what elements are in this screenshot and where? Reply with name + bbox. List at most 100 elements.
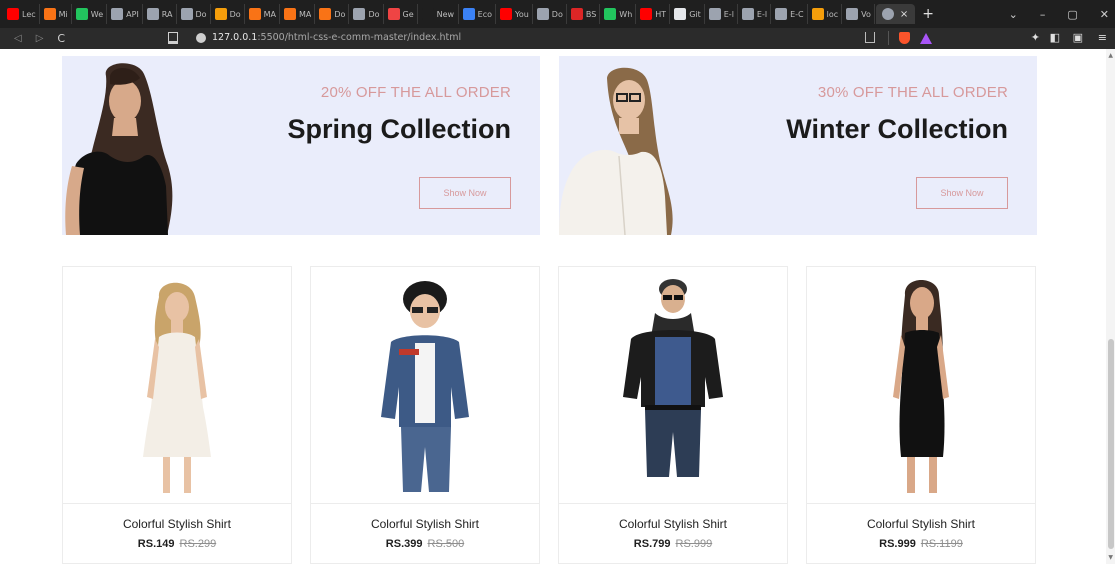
scroll-down-arrow-icon[interactable]: ▼	[1108, 554, 1113, 561]
tab-favicon-icon	[846, 8, 859, 20]
address-field[interactable]: 127.0.0.1:5500/html-css-e-comm-master/in…	[212, 32, 461, 43]
spring-show-now-button[interactable]: Show Now	[419, 177, 511, 209]
browser-tab[interactable]: Do	[350, 4, 384, 24]
product-name[interactable]: Colorful Stylish Shirt	[63, 517, 291, 531]
address-toolbar: ◁ ▷ C 127.0.0.1:5500/html-css-e-comm-mas…	[0, 28, 1115, 49]
browser-tab[interactable]: loc	[809, 4, 843, 24]
browser-tab[interactable]: Do	[534, 4, 567, 24]
minimize-button[interactable]: –	[1040, 8, 1046, 21]
browser-tab[interactable]: Ge	[385, 4, 418, 24]
tab-title: Do	[368, 9, 380, 19]
wallet-icon[interactable]: ▣	[1073, 31, 1083, 44]
browser-tab[interactable]: E-l	[706, 4, 738, 24]
browser-tab[interactable]: BS	[568, 4, 601, 24]
bookmark-icon[interactable]	[168, 32, 178, 44]
browser-tab[interactable]: Eco	[460, 4, 496, 24]
product-card[interactable]: Colorful Stylish Shirt RS.399 RS.500	[310, 266, 540, 564]
tab-favicon-icon	[146, 8, 159, 20]
back-button[interactable]: ◁	[14, 33, 22, 44]
tab-favicon-icon	[7, 8, 19, 20]
product-price: RS.999	[879, 538, 916, 550]
browser-tab[interactable]: Vo	[843, 4, 875, 24]
extensions-icon[interactable]: ✦	[1031, 31, 1040, 44]
product-name[interactable]: Colorful Stylish Shirt	[807, 517, 1035, 531]
browser-tab[interactable]: MA	[246, 4, 281, 24]
tab-favicon-icon	[111, 8, 124, 20]
maximize-button[interactable]: ▢	[1067, 8, 1077, 21]
browser-tab[interactable]: API	[108, 4, 143, 24]
scrollbar-thumb[interactable]	[1108, 339, 1114, 549]
browser-tab-strip: Lec Mi We API RA Do Do MA MA Do Do Ge New Ta Eco You Do…	[0, 0, 1115, 28]
brave-rewards-icon[interactable]	[920, 33, 932, 44]
window-controls: ⌄ – ▢ ✕	[1009, 0, 1109, 28]
product-old-price: RS.1199	[920, 538, 963, 550]
product-prices: RS.399 RS.500	[311, 538, 539, 550]
reload-button[interactable]: C	[57, 32, 65, 45]
browser-tab[interactable]: Lec	[4, 4, 40, 24]
tab-favicon-icon	[387, 8, 400, 20]
browser-tab[interactable]: E-C	[772, 4, 808, 24]
winter-offer-text: 30% OFF THE ALL ORDER	[817, 84, 1008, 101]
tab-title: Do	[229, 9, 241, 19]
product-prices: RS.799 RS.999	[559, 538, 787, 550]
tab-title: Lec	[22, 9, 36, 19]
tab-title: E-C	[790, 9, 804, 19]
forward-button[interactable]: ▷	[36, 33, 44, 44]
product-prices: RS.149 RS.299	[63, 538, 291, 550]
tab-title: E-l	[756, 9, 768, 19]
browser-tab[interactable]: Do	[212, 4, 245, 24]
browser-tab[interactable]: Do	[316, 4, 350, 24]
tab-title: We	[90, 9, 104, 19]
product-card[interactable]: Colorful Stylish Shirt RS.999 RS.1199	[806, 266, 1036, 564]
spring-collection-title: Spring Collection	[287, 114, 511, 144]
product-old-price: RS.500	[427, 538, 465, 550]
browser-tab[interactable]: Do	[178, 4, 211, 24]
page-scrollbar[interactable]: ▲ ▼	[1106, 49, 1115, 564]
toolbar-divider	[888, 31, 889, 45]
product-card[interactable]: Colorful Stylish Shirt RS.799 RS.999	[558, 266, 788, 564]
new-tab-button[interactable]: +	[922, 6, 934, 22]
tab-favicon-icon	[741, 8, 754, 20]
tab-favicon-icon	[536, 8, 549, 20]
active-tab[interactable]: ×	[875, 4, 916, 24]
product-name[interactable]: Colorful Stylish Shirt	[311, 517, 539, 531]
brave-shields-icon[interactable]	[899, 32, 910, 44]
tab-search-dropdown-icon[interactable]: ⌄	[1009, 8, 1018, 21]
close-tab-icon[interactable]: ×	[900, 9, 908, 20]
browser-tab[interactable]: New Ta	[419, 4, 459, 24]
scroll-up-arrow-icon[interactable]: ▲	[1108, 52, 1113, 59]
share-icon[interactable]	[865, 32, 875, 43]
tab-favicon-icon	[708, 8, 721, 20]
browser-tab[interactable]: RA	[144, 4, 177, 24]
product-price: RS.149	[137, 538, 175, 550]
tab-title: API	[126, 9, 139, 19]
browser-tab[interactable]: HT	[637, 4, 671, 24]
browser-tab[interactable]: E-l	[739, 4, 772, 24]
menu-icon[interactable]: ≡	[1098, 31, 1107, 44]
sidebar-icon[interactable]: ◧	[1050, 31, 1060, 44]
close-window-button[interactable]: ✕	[1100, 8, 1109, 21]
product-image	[893, 280, 949, 493]
tab-title: BS	[585, 9, 597, 19]
winter-show-now-button[interactable]: Show Now	[916, 177, 1008, 209]
product-name[interactable]: Colorful Stylish Shirt	[559, 517, 787, 531]
browser-tab[interactable]: Mi	[41, 4, 72, 24]
product-card[interactable]: Colorful Stylish Shirt RS.149 RS.299	[62, 266, 292, 564]
product-image-area	[559, 267, 787, 504]
tab-title: MA	[263, 9, 277, 19]
browser-tab[interactable]: MA	[281, 4, 316, 24]
site-info-icon[interactable]	[196, 33, 206, 43]
product-old-price: RS.299	[179, 538, 217, 550]
browser-tab[interactable]: You	[497, 4, 533, 24]
tab-title: Vo	[861, 9, 871, 19]
tab-favicon-icon	[570, 8, 583, 20]
browser-tab[interactable]: We	[73, 4, 108, 24]
tab-favicon-icon	[811, 8, 824, 20]
browser-tab[interactable]: Git	[671, 4, 705, 24]
tab-title: MA	[299, 9, 312, 19]
tab-list: Lec Mi We API RA Do Do MA MA Do Do Ge New Ta Eco You Do…	[4, 0, 876, 28]
tab-title: You	[515, 9, 529, 19]
browser-tab[interactable]: Wh	[601, 4, 637, 24]
tab-title: Ge	[402, 9, 414, 19]
product-image-area	[63, 267, 291, 504]
